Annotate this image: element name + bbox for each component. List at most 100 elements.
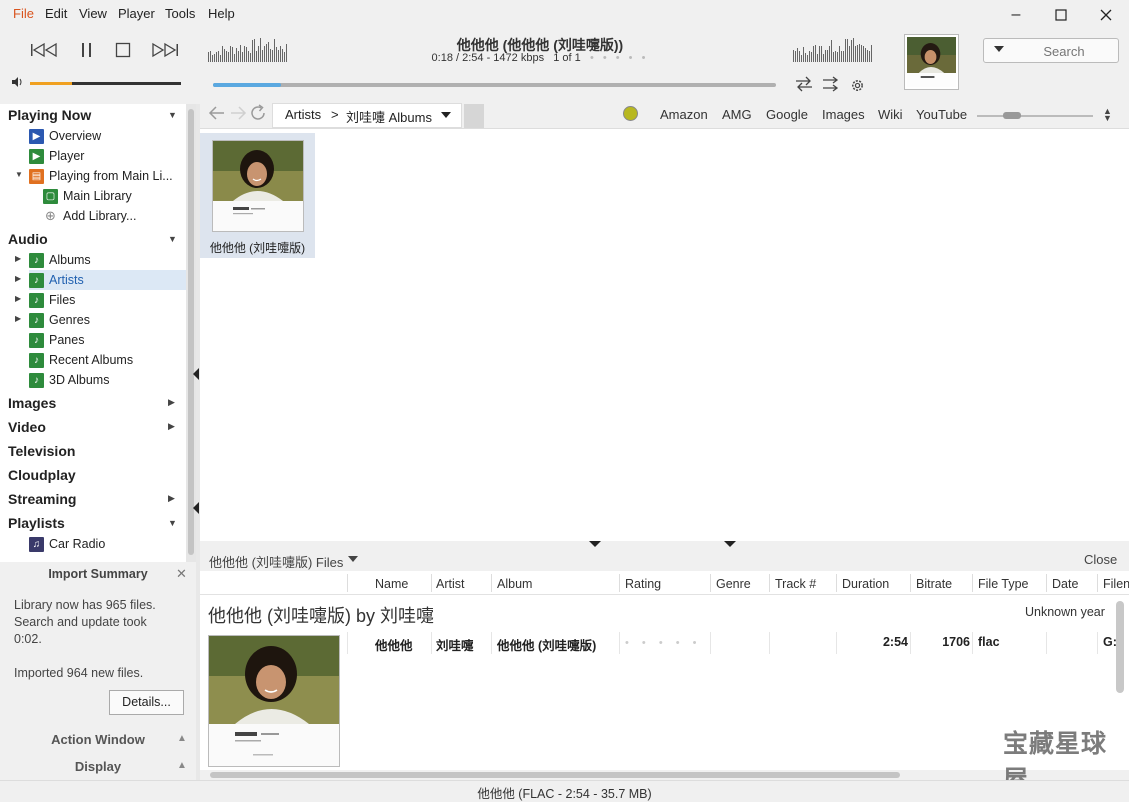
refresh-icon[interactable] <box>249 104 267 127</box>
search-dropdown-icon[interactable] <box>994 46 1004 52</box>
maximize-icon[interactable] <box>1046 4 1076 26</box>
stop-icon[interactable] <box>108 38 138 62</box>
cell-filename[interactable]: G: <box>1103 635 1117 649</box>
tree-item-artists[interactable]: ▶ ♪ Artists <box>15 270 186 290</box>
column-divider[interactable] <box>491 574 492 592</box>
chevron-up-icon[interactable]: ▲ <box>177 760 187 771</box>
search-input[interactable] <box>1014 42 1114 60</box>
column-duration[interactable]: Duration <box>842 577 889 591</box>
tree-item-add-library[interactable]: ⊕ Add Library... <box>43 206 186 226</box>
zoom-slider[interactable] <box>977 115 1093 117</box>
close-files-button[interactable]: Close <box>1084 552 1117 567</box>
column-divider[interactable] <box>347 574 348 592</box>
status-dot-icon[interactable] <box>623 106 638 121</box>
tree-item-recent-albums[interactable]: ♪ Recent Albums <box>29 350 186 370</box>
search-box[interactable] <box>983 38 1119 63</box>
files-title[interactable]: 他他他 (刘哇嚏版) Files <box>209 552 343 571</box>
group-cover[interactable] <box>208 635 340 767</box>
album-title[interactable]: 他他他 (刘哇嚏版) <box>200 239 315 256</box>
cell-artist[interactable]: 刘哇嚏 <box>436 635 474 654</box>
display-header[interactable]: Display <box>0 759 196 774</box>
column-divider[interactable] <box>431 574 432 592</box>
column-divider[interactable] <box>836 574 837 592</box>
link-amazon[interactable]: Amazon <box>660 107 708 122</box>
section-television[interactable]: Television <box>8 443 75 459</box>
collapse-down-icon[interactable] <box>589 541 601 547</box>
chevron-down-icon[interactable] <box>348 556 358 562</box>
column-divider[interactable] <box>1046 574 1047 592</box>
volume-icon[interactable] <box>11 77 23 90</box>
repeat-icon[interactable] <box>794 76 814 95</box>
tree-item-playing-from-main-library[interactable]: ▼ ▤ Playing from Main Li... <box>15 166 186 186</box>
section-images[interactable]: Images <box>8 395 56 411</box>
section-streaming[interactable]: Streaming <box>8 491 76 507</box>
section-audio[interactable]: Audio <box>8 231 48 247</box>
expand-arrow-icon[interactable]: ▶ <box>15 254 21 263</box>
expand-arrow-icon[interactable]: ▼ <box>15 170 23 179</box>
section-video[interactable]: Video <box>8 419 46 435</box>
menu-help[interactable]: Help <box>208 6 235 21</box>
link-google[interactable]: Google <box>766 107 808 122</box>
link-images[interactable]: Images <box>822 107 865 122</box>
cell-bitrate[interactable]: 1706 <box>910 635 970 649</box>
tree-item-3d-albums[interactable]: ♪ 3D Albums <box>29 370 186 390</box>
expand-arrow-icon[interactable]: ▶ <box>15 294 21 303</box>
next-track-icon[interactable] <box>150 38 180 62</box>
tree-item-player[interactable]: ▶ Player <box>29 146 186 166</box>
column-filename[interactable]: Filen <box>1103 577 1129 591</box>
chevron-up-icon[interactable]: ▲ <box>177 733 187 744</box>
link-amg[interactable]: AMG <box>722 107 752 122</box>
column-date[interactable]: Date <box>1052 577 1078 591</box>
collapse-down-icon[interactable] <box>724 541 736 547</box>
tree-scrollbar[interactable] <box>186 104 196 562</box>
cell-file-type[interactable]: flac <box>978 635 1000 649</box>
horizontal-scrollbar-thumb[interactable] <box>210 772 900 778</box>
column-divider[interactable] <box>910 574 911 592</box>
tree-item-genres[interactable]: ▶ ♪ Genres <box>15 310 186 330</box>
column-divider[interactable] <box>769 574 770 592</box>
seek-bar[interactable] <box>213 83 776 87</box>
link-youtube[interactable]: YouTube <box>916 107 967 122</box>
tree-item-panes[interactable]: ♪ Panes <box>29 330 186 350</box>
back-icon[interactable] <box>208 104 226 127</box>
section-cloudplay[interactable]: Cloudplay <box>8 467 76 483</box>
menu-tools[interactable]: Tools <box>165 6 195 21</box>
column-genre[interactable]: Genre <box>716 577 751 591</box>
section-playing-now[interactable]: Playing Now <box>8 107 91 123</box>
tree-scrollbar-thumb[interactable] <box>188 109 194 555</box>
previous-track-icon[interactable] <box>29 38 59 62</box>
tree-item-car-radio[interactable]: ♫ Car Radio <box>29 534 186 554</box>
details-button[interactable]: Details... <box>109 690 184 715</box>
pause-icon[interactable] <box>72 38 102 62</box>
menu-file[interactable]: File <box>13 6 34 21</box>
now-playing-cover[interactable] <box>904 34 959 90</box>
close-icon[interactable]: ✕ <box>176 566 187 582</box>
file-list-scrollbar[interactable] <box>1116 601 1124 693</box>
cell-album[interactable]: 他他他 (刘哇嚏版) <box>497 635 596 654</box>
column-track[interactable]: Track # <box>775 577 816 591</box>
expand-arrow-icon[interactable]: ▶ <box>168 421 175 432</box>
forward-icon[interactable] <box>229 104 247 127</box>
tree-item-overview[interactable]: ▶ Overview <box>29 126 186 146</box>
up-down-arrow-icon[interactable]: ▲ ▼ <box>1103 107 1112 123</box>
column-file-type[interactable]: File Type <box>978 577 1029 591</box>
tree-item-files[interactable]: ▶ ♪ Files <box>15 290 186 310</box>
breadcrumb-current[interactable]: 刘哇嚏 Albums <box>346 107 432 126</box>
expand-arrow-icon[interactable]: ▶ <box>168 397 175 408</box>
column-divider[interactable] <box>710 574 711 592</box>
breadcrumb-artists[interactable]: Artists <box>285 107 321 122</box>
chevron-down-icon[interactable] <box>441 112 451 118</box>
zoom-slider-thumb[interactable] <box>1003 112 1021 119</box>
column-divider[interactable] <box>1097 574 1098 592</box>
cell-duration[interactable]: 2:54 <box>836 635 908 649</box>
menu-view[interactable]: View <box>79 6 107 21</box>
section-playlists[interactable]: Playlists <box>8 515 65 531</box>
tree-item-albums[interactable]: ▶ ♪ Albums <box>15 250 186 270</box>
shuffle-icon[interactable] <box>822 76 842 95</box>
column-artist[interactable]: Artist <box>436 577 464 591</box>
column-name[interactable]: Name <box>375 577 408 591</box>
cell-rating[interactable]: • • • • • <box>625 637 701 649</box>
now-playing-rating[interactable]: • • • • • <box>590 52 648 64</box>
collapse-arrow-icon[interactable]: ▼ <box>168 110 177 120</box>
minimize-icon[interactable]: – <box>1001 4 1031 26</box>
